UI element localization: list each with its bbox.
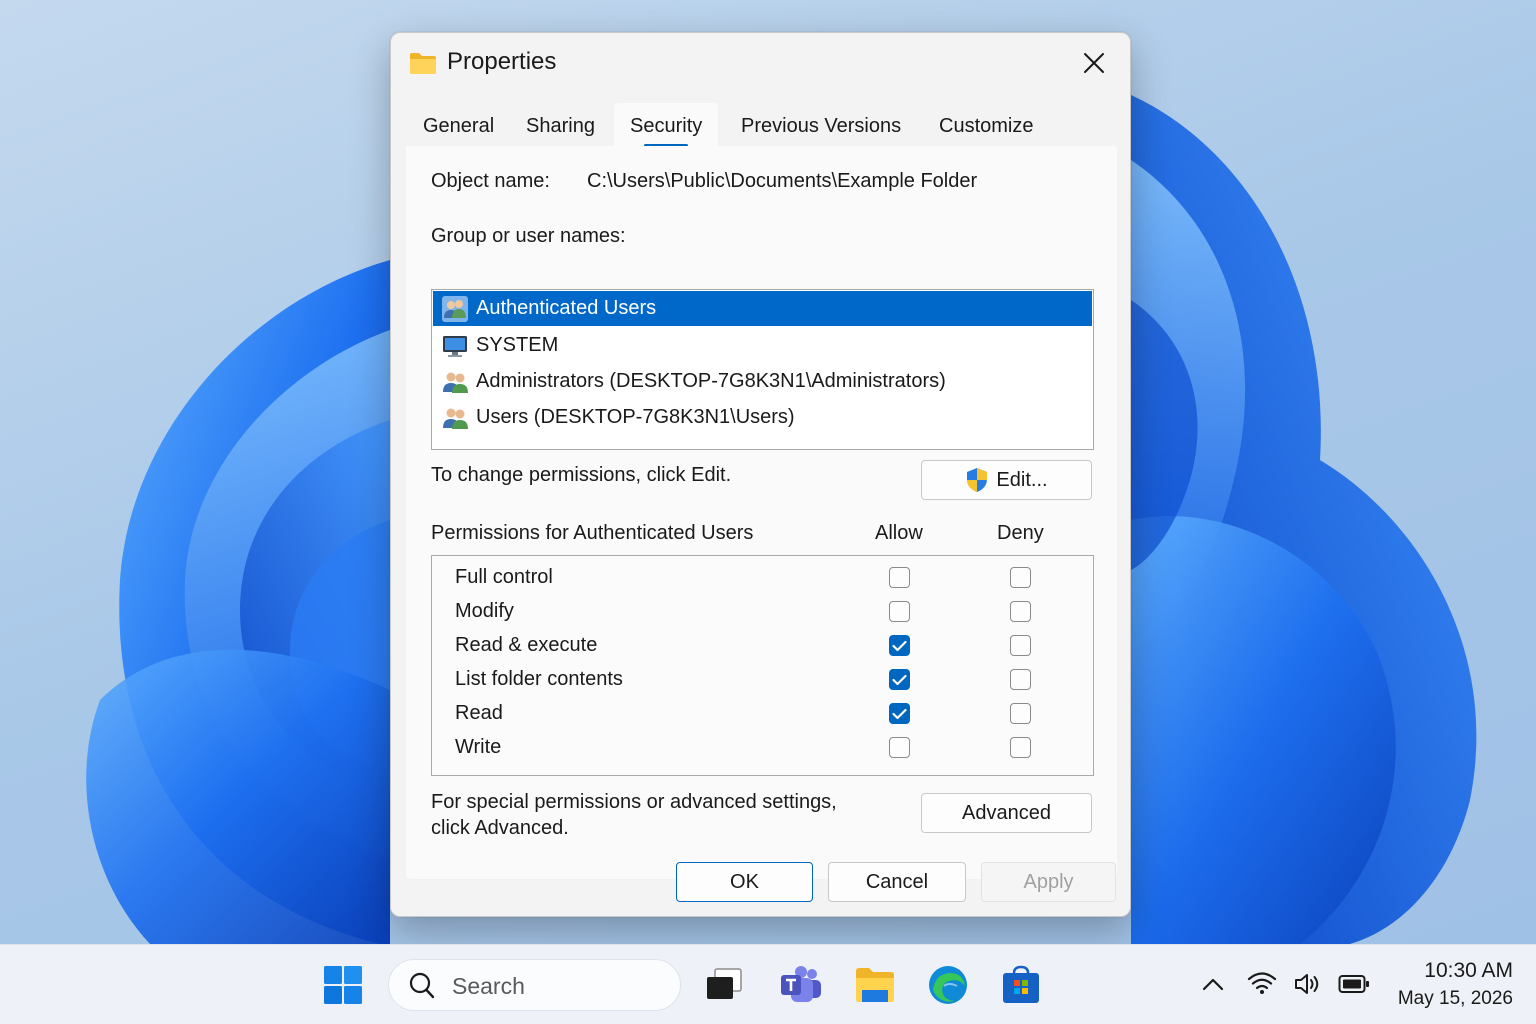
user-row-system[interactable]: SYSTEM <box>433 328 1092 363</box>
deny-checkbox[interactable] <box>1010 737 1031 758</box>
edit-button-label: Edit... <box>996 468 1048 491</box>
permission-row-modify: Modify <box>432 595 1093 629</box>
allow-checkbox[interactable] <box>889 669 910 690</box>
tab-strip: General Sharing Security Previous Versio… <box>407 103 1107 149</box>
permission-row-read-execute: Read & execute <box>432 629 1093 663</box>
tab-label: Sharing <box>526 115 595 137</box>
wifi-icon[interactable] <box>1247 971 1277 995</box>
deny-checkbox[interactable] <box>1010 703 1031 724</box>
permission-row-full-control: Full control <box>432 561 1093 595</box>
start-button[interactable] <box>321 963 365 1007</box>
advanced-description-line1: For special permissions or advanced sett… <box>431 791 837 813</box>
advanced-button[interactable]: Advanced <box>921 793 1092 833</box>
permission-name: Read & execute <box>455 634 598 656</box>
allow-checkbox[interactable] <box>889 635 910 656</box>
permission-row-write: Write <box>432 731 1093 765</box>
tab-label: General <box>423 115 495 137</box>
teams-icon <box>781 966 821 1002</box>
users-group-icon <box>442 369 468 395</box>
battery-icon[interactable] <box>1338 974 1370 994</box>
object-name-label: Object name: <box>431 170 550 192</box>
user-name: SYSTEM <box>476 334 559 356</box>
deny-checkbox[interactable] <box>1010 601 1031 622</box>
ok-button[interactable]: OK <box>676 862 813 902</box>
tab-sharing[interactable]: Sharing <box>510 103 611 149</box>
deny-checkbox[interactable] <box>1010 669 1031 690</box>
advanced-description-line2: click Advanced. <box>431 817 569 839</box>
permissions-list: Full control Modify Read & execute List … <box>431 555 1094 776</box>
computer-monitor-icon <box>442 333 468 359</box>
file-explorer-button[interactable] <box>853 963 897 1007</box>
teams-button[interactable] <box>779 963 823 1007</box>
user-row-authenticated-users[interactable]: Authenticated Users <box>433 291 1092 326</box>
file-explorer-icon <box>856 968 894 1002</box>
taskbar: Search 10:30 AM May 15, 2026 <box>0 944 1536 1024</box>
object-name-value: C:\Users\Public\Documents\Example Folder <box>587 170 978 192</box>
cancel-button-label: Cancel <box>865 870 929 893</box>
permissions-header: Permissions for Authenticated Users <box>431 522 754 544</box>
search-icon <box>409 972 435 999</box>
permission-row-read: Read <box>432 697 1093 731</box>
volume-icon[interactable] <box>1293 972 1323 996</box>
show-hidden-icons-chevron-icon[interactable] <box>1201 976 1225 992</box>
permission-name: List folder contents <box>455 668 623 690</box>
edge-button[interactable] <box>926 963 970 1007</box>
clock-date[interactable]: May 15, 2026 <box>1398 988 1513 1010</box>
user-row-administrators[interactable]: Administrators (DESKTOP-7G8K3N1\Administ… <box>433 364 1092 399</box>
advanced-button-label: Advanced <box>962 801 1051 824</box>
edit-button[interactable]: Edit... <box>921 460 1092 500</box>
deny-checkbox[interactable] <box>1010 567 1031 588</box>
properties-dialog: Properties General Sharing Security Prev… <box>390 32 1131 917</box>
close-icon <box>1084 53 1104 73</box>
permission-name: Full control <box>455 566 553 588</box>
store-icon <box>1003 965 1039 1003</box>
allow-checkbox[interactable] <box>889 567 910 588</box>
permission-name: Modify <box>455 600 514 622</box>
tab-previous-versions[interactable]: Previous Versions <box>725 103 917 149</box>
edge-icon <box>929 966 967 1004</box>
user-list[interactable]: Authenticated Users SYSTEM Administrator… <box>431 289 1094 450</box>
search-placeholder: Search <box>452 973 525 999</box>
tab-security[interactable]: Security <box>614 103 719 149</box>
permission-name: Write <box>455 736 502 758</box>
user-name: Authenticated Users <box>476 297 657 319</box>
security-tab-panel: Object name: C:\Users\Public\Documents\E… <box>406 146 1117 879</box>
allow-checkbox[interactable] <box>889 737 910 758</box>
cancel-button[interactable]: Cancel <box>828 862 966 902</box>
windows-start-icon <box>324 966 362 1004</box>
permission-name: Read <box>455 702 503 724</box>
apply-button-label: Apply <box>1023 870 1074 893</box>
tab-label: Previous Versions <box>741 115 902 137</box>
allow-checkbox[interactable] <box>889 601 910 622</box>
allow-checkbox[interactable] <box>889 703 910 724</box>
tab-label: Customize <box>939 115 1034 137</box>
users-group-icon <box>442 295 468 322</box>
tab-label: Security <box>630 115 703 137</box>
tab-customize[interactable]: Customize <box>923 103 1049 149</box>
permission-row-list-folder-contents: List folder contents <box>432 663 1093 697</box>
store-button[interactable] <box>999 963 1043 1007</box>
user-name: Administrators (DESKTOP-7G8K3N1\Administ… <box>476 370 946 392</box>
task-view-icon <box>707 968 742 999</box>
allow-column-header: Allow <box>875 522 923 544</box>
dialog-title: Properties <box>447 48 557 75</box>
group-names-label: Group or user names: <box>431 225 626 247</box>
tab-general[interactable]: General <box>407 103 510 149</box>
deny-column-header: Deny <box>997 522 1044 544</box>
users-group-icon <box>442 405 468 431</box>
change-permissions-text: To change permissions, click Edit. <box>431 464 732 486</box>
clock-time[interactable]: 10:30 AM <box>1424 959 1513 983</box>
task-view-button[interactable] <box>701 963 745 1007</box>
folder-icon <box>410 53 436 74</box>
uac-shield-icon <box>967 468 988 492</box>
user-name: Users (DESKTOP-7G8K3N1\Users) <box>476 406 795 428</box>
title-bar[interactable]: Properties <box>391 33 1130 93</box>
ok-button-label: OK <box>730 870 759 893</box>
user-row-users[interactable]: Users (DESKTOP-7G8K3N1\Users) <box>433 400 1092 435</box>
apply-button[interactable]: Apply <box>981 862 1116 902</box>
close-button[interactable] <box>1072 45 1116 81</box>
deny-checkbox[interactable] <box>1010 635 1031 656</box>
taskbar-search-box[interactable]: Search <box>388 959 681 1011</box>
